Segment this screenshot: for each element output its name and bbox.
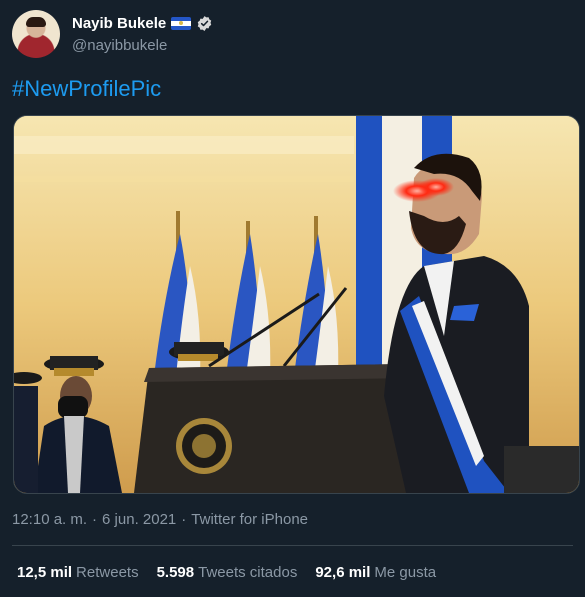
quotes-count: 5.598 [156,564,195,581]
author-handle[interactable]: @nayibbukele [72,37,167,54]
author-display-name[interactable]: Nayib Bukele [72,15,166,32]
tweet-hashtag-link[interactable]: #NewProfilePic [12,76,161,102]
verified-badge-icon [197,16,212,31]
tweet-photo[interactable] [13,115,580,494]
tweet-stats: 12,5 mil Retweets 5.598 Tweets citados 9… [17,564,436,581]
tweet-header: Nayib Bukele @nayibbukele [12,10,572,60]
retweets-stat[interactable]: 12,5 mil Retweets [17,564,139,581]
quotes-stat[interactable]: 5.598 Tweets citados [157,564,298,581]
el-salvador-flag-icon [171,17,192,30]
tweet-time[interactable]: 12:10 a. m. [12,511,87,528]
avatar[interactable] [12,10,60,58]
tweet-source[interactable]: Twitter for iPhone [191,511,308,528]
likes-stat[interactable]: 92,6 mil Me gusta [315,564,436,581]
likes-count: 92,6 mil [315,564,371,581]
tweet-date[interactable]: 6 jun. 2021 [102,511,176,528]
separator-dot: · [92,511,98,528]
tweet-timestamp: 12:10 a. m. · 6 jun. 2021 · Twitter for … [12,511,308,528]
likes-label: Me gusta [374,564,437,581]
retweets-count: 12,5 mil [17,564,73,581]
divider [12,545,573,546]
photo-illustration [14,116,579,493]
author-name-row: Nayib Bukele [72,15,213,32]
quotes-label: Tweets citados [198,564,298,581]
retweets-label: Retweets [76,564,139,581]
separator-dot: · [181,511,187,528]
